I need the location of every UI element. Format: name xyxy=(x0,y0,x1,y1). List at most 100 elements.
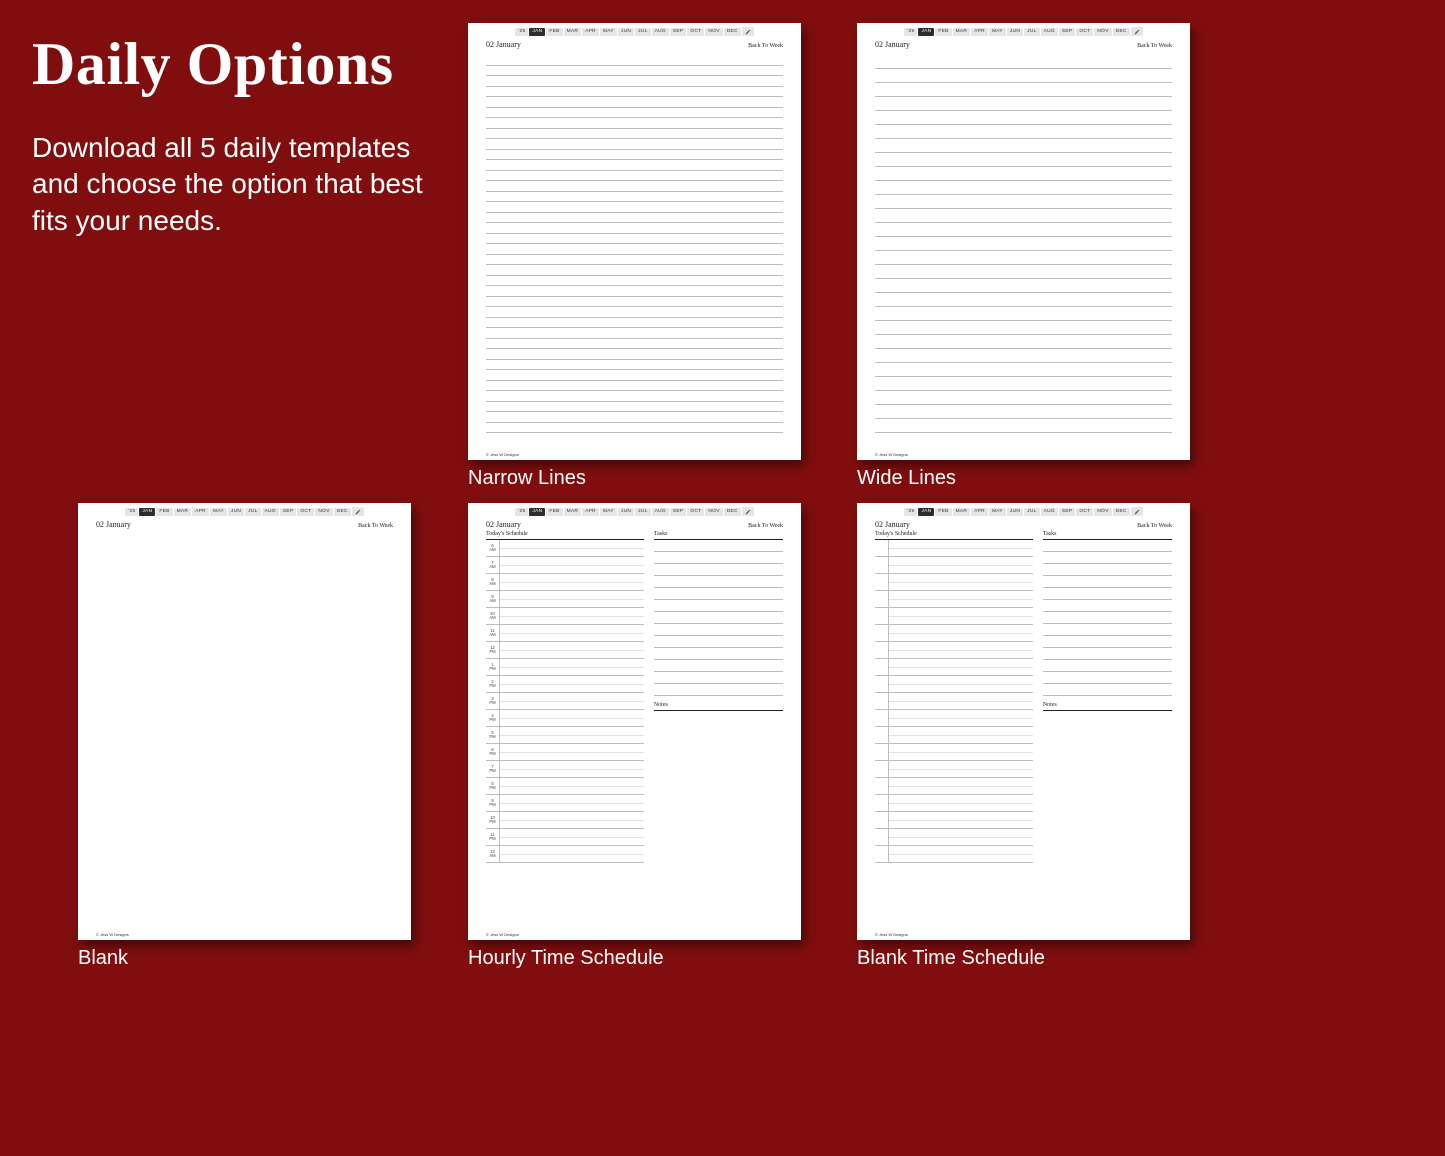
edit-tab[interactable] xyxy=(1131,507,1143,516)
edit-tab[interactable] xyxy=(352,507,364,516)
schedule-table: 6AM7AM8AM9AM10AM11AM12PM1PM2PM3PM4PM5PM6… xyxy=(486,539,644,863)
month-tab-jul[interactable]: JUL xyxy=(245,508,260,516)
month-tab-dec[interactable]: DEC xyxy=(724,508,741,516)
month-tab-feb[interactable]: FEB xyxy=(935,508,951,516)
month-tab-jul[interactable]: JUL xyxy=(635,508,650,516)
schedule-slot xyxy=(889,812,1033,828)
edit-tab[interactable] xyxy=(742,507,754,516)
month-tab-aug[interactable]: AUG xyxy=(652,28,669,36)
month-tab-jun[interactable]: JUN xyxy=(618,508,634,516)
month-tab-feb[interactable]: FEB xyxy=(546,28,562,36)
month-tab-dec[interactable]: DEC xyxy=(1113,508,1130,516)
template-card-wide-lines[interactable]: '25JANFEBMARAPRMAYJUNJULAUGSEPOCTNOVDEC … xyxy=(857,23,1190,460)
template-card-blank[interactable]: '25JANFEBMARAPRMAYJUNJULAUGSEPOCTNOVDEC … xyxy=(78,503,411,940)
back-to-week-link[interactable]: Back To Week xyxy=(748,523,783,529)
edit-tab[interactable] xyxy=(742,27,754,36)
month-tab-apr[interactable]: APR xyxy=(582,508,599,516)
month-tab-oct[interactable]: OCT xyxy=(1076,28,1093,36)
month-tab-nov[interactable]: NOV xyxy=(315,508,332,516)
year-tab[interactable]: '25 xyxy=(515,508,528,516)
month-tab-dec[interactable]: DEC xyxy=(334,508,351,516)
year-tab[interactable]: '25 xyxy=(904,28,917,36)
month-tab-nov[interactable]: NOV xyxy=(1094,28,1111,36)
month-tab-apr[interactable]: APR xyxy=(582,28,599,36)
notes-box xyxy=(654,710,783,863)
month-tab-aug[interactable]: AUG xyxy=(262,508,279,516)
schedule-slot xyxy=(500,693,644,709)
month-tab-may[interactable]: MAY xyxy=(989,28,1006,36)
year-tab[interactable]: '25 xyxy=(904,508,917,516)
month-tab-may[interactable]: MAY xyxy=(210,508,227,516)
month-tab-jun[interactable]: JUN xyxy=(618,28,634,36)
schedule-row: 11AM xyxy=(486,625,644,642)
month-tab-mar[interactable]: MAR xyxy=(564,28,582,36)
hour-cell: 9PM xyxy=(875,795,889,811)
month-tab-oct[interactable]: OCT xyxy=(1076,508,1093,516)
back-to-week-link[interactable]: Back To Week xyxy=(1137,43,1172,49)
month-tab-jan[interactable]: JAN xyxy=(918,28,934,36)
month-tab-mar[interactable]: MAR xyxy=(564,508,582,516)
month-tab-aug[interactable]: AUG xyxy=(1041,28,1058,36)
date-row: 02 January Back To Week xyxy=(468,38,801,51)
schedule-row: 6PM xyxy=(486,744,644,761)
month-tab-feb[interactable]: FEB xyxy=(935,28,951,36)
month-tab-aug[interactable]: AUG xyxy=(1041,508,1058,516)
edit-tab[interactable] xyxy=(1131,27,1143,36)
month-tab-mar[interactable]: MAR xyxy=(953,28,971,36)
month-tab-nov[interactable]: NOV xyxy=(705,508,722,516)
back-to-week-link[interactable]: Back To Week xyxy=(358,523,393,529)
month-tab-oct[interactable]: OCT xyxy=(297,508,314,516)
month-tab-apr[interactable]: APR xyxy=(971,28,988,36)
schedule-column: Today's Schedule 6AM7AM8AM9AM10AM11AM12P… xyxy=(486,531,644,863)
month-tab-feb[interactable]: FEB xyxy=(156,508,172,516)
year-tab[interactable]: '25 xyxy=(125,508,138,516)
month-tab-jul[interactable]: JUL xyxy=(1024,28,1039,36)
month-tab-jul[interactable]: JUL xyxy=(1024,508,1039,516)
schedule-slot xyxy=(889,778,1033,794)
month-tab-jun[interactable]: JUN xyxy=(1007,508,1023,516)
month-tab-jan[interactable]: JAN xyxy=(529,28,545,36)
month-tab-may[interactable]: MAY xyxy=(600,28,617,36)
month-tab-dec[interactable]: DEC xyxy=(1113,28,1130,36)
month-tab-oct[interactable]: OCT xyxy=(687,28,704,36)
month-tab-apr[interactable]: APR xyxy=(971,508,988,516)
month-tab-sep[interactable]: SEP xyxy=(670,28,687,36)
month-tab-sep[interactable]: SEP xyxy=(1059,28,1076,36)
month-tab-aug[interactable]: AUG xyxy=(652,508,669,516)
month-tab-jan[interactable]: JAN xyxy=(529,508,545,516)
hour-cell: 5PM xyxy=(875,727,889,743)
month-tab-dec[interactable]: DEC xyxy=(724,28,741,36)
month-tab-sep[interactable]: SEP xyxy=(1059,508,1076,516)
month-tab-jun[interactable]: JUN xyxy=(228,508,244,516)
month-tab-jul[interactable]: JUL xyxy=(635,28,650,36)
month-tab-sep[interactable]: SEP xyxy=(670,508,687,516)
year-tab[interactable]: '25 xyxy=(515,28,528,36)
month-tab-may[interactable]: MAY xyxy=(600,508,617,516)
back-to-week-link[interactable]: Back To Week xyxy=(748,43,783,49)
template-card-narrow-lines[interactable]: '25JANFEBMARAPRMAYJUNJULAUGSEPOCTNOVDEC … xyxy=(468,23,801,460)
task-line xyxy=(1043,588,1172,600)
month-tab-jan[interactable]: JAN xyxy=(918,508,934,516)
month-tab-sep[interactable]: SEP xyxy=(280,508,297,516)
schedule-row: 3PM xyxy=(486,693,644,710)
month-tab-jan[interactable]: JAN xyxy=(139,508,155,516)
month-tab-feb[interactable]: FEB xyxy=(546,508,562,516)
schedule-slot xyxy=(500,540,644,556)
schedule-row: 10AM xyxy=(486,608,644,625)
hour-label: 3PM xyxy=(489,697,495,705)
template-card-blank-schedule[interactable]: '25JANFEBMARAPRMAYJUNJULAUGSEPOCTNOVDEC … xyxy=(857,503,1190,940)
hour-cell: 10PM xyxy=(875,812,889,828)
hour-cell: 8PM xyxy=(486,778,500,794)
hour-cell: 7AM xyxy=(486,557,500,573)
schedule-row: 7AM xyxy=(486,557,644,574)
month-tab-oct[interactable]: OCT xyxy=(687,508,704,516)
month-tab-nov[interactable]: NOV xyxy=(1094,508,1111,516)
month-tab-nov[interactable]: NOV xyxy=(705,28,722,36)
month-tab-jun[interactable]: JUN xyxy=(1007,28,1023,36)
month-tab-apr[interactable]: APR xyxy=(192,508,209,516)
month-tab-mar[interactable]: MAR xyxy=(953,508,971,516)
month-tab-may[interactable]: MAY xyxy=(989,508,1006,516)
back-to-week-link[interactable]: Back To Week xyxy=(1137,523,1172,529)
template-card-hourly-schedule[interactable]: '25JANFEBMARAPRMAYJUNJULAUGSEPOCTNOVDEC … xyxy=(468,503,801,940)
month-tab-mar[interactable]: MAR xyxy=(174,508,192,516)
